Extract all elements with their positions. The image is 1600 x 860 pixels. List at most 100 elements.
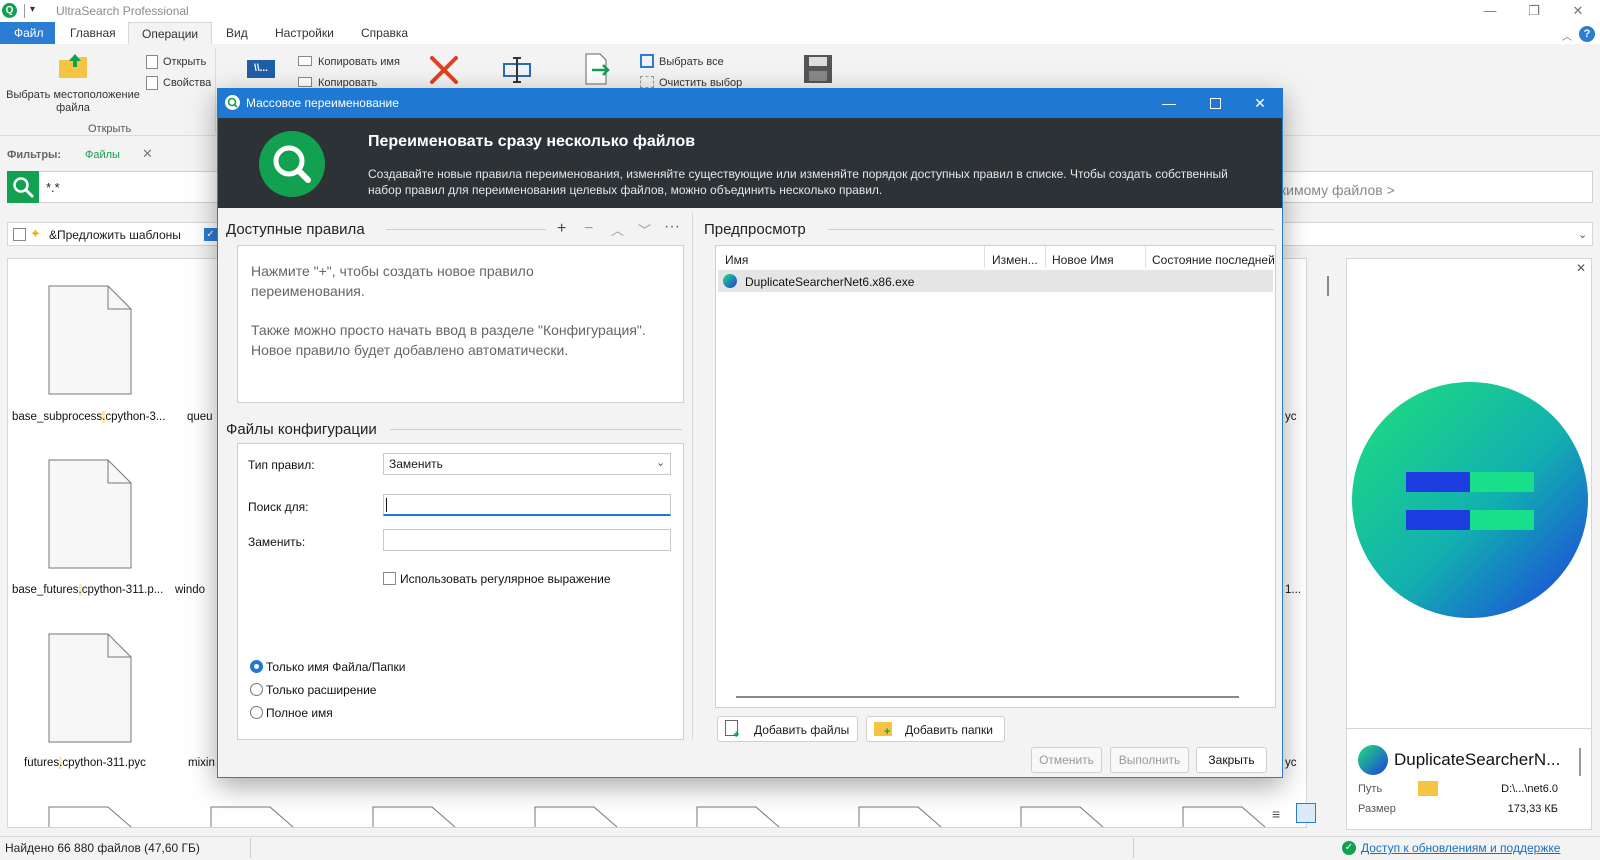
window-title: UltraSearch Professional xyxy=(56,4,189,18)
status-bar xyxy=(0,836,1600,860)
chevron-down-icon[interactable]: ⌄ xyxy=(1578,228,1587,241)
close-button[interactable]: ✕ xyxy=(1556,0,1600,22)
search-input[interactable]: *.* xyxy=(46,180,60,195)
maximize-button[interactable]: ❐ xyxy=(1512,0,1556,22)
copy-name-button[interactable]: Копировать имя xyxy=(318,56,400,68)
file-label[interactable]: futures.cpython-311.pyc xyxy=(24,757,146,769)
size-value: 173,33 КБ xyxy=(1507,803,1558,815)
choose-location-button[interactable]: Выбрать местоположение файла xyxy=(6,89,140,115)
select-all-button[interactable]: Выбрать все xyxy=(659,56,724,68)
quick-access-dropdown-icon[interactable]: ▾ xyxy=(30,4,35,15)
title-bar xyxy=(0,0,1600,22)
open-button[interactable]: Открыть xyxy=(163,56,206,68)
properties-button[interactable]: Свойства xyxy=(163,77,211,89)
text-cursor xyxy=(386,498,387,512)
execute-button[interactable]: Выполнить xyxy=(1110,747,1189,773)
scrollbar[interactable] xyxy=(1327,276,1329,296)
dialog-maximize-button[interactable] xyxy=(1193,88,1237,118)
close-preview-icon[interactable]: ✕ xyxy=(1576,261,1586,275)
file-label[interactable]: 1... xyxy=(1285,584,1301,596)
search-icon xyxy=(259,131,325,197)
search-button[interactable] xyxy=(7,171,39,203)
tab-help[interactable]: Справка xyxy=(348,22,421,44)
file-label[interactable]: yc xyxy=(1285,411,1297,423)
file-label[interactable]: base_subprocess.cpython-3... xyxy=(12,411,165,423)
filter-files-chip[interactable]: Файлы xyxy=(85,149,120,161)
open-icon xyxy=(146,55,158,69)
radio-full-name[interactable] xyxy=(250,706,263,719)
move-file-icon[interactable] xyxy=(582,52,612,86)
suggest-templates-checkbox[interactable] xyxy=(13,228,26,241)
list-view-icon[interactable]: ≡ xyxy=(1272,806,1280,822)
remove-filter-icon[interactable]: ✕ xyxy=(142,146,153,162)
file-icons-row xyxy=(48,806,1266,828)
file-label[interactable]: mixin xyxy=(188,757,215,769)
search-for-input[interactable] xyxy=(383,494,671,516)
file-icon[interactable] xyxy=(48,285,132,395)
rule-type-label: Тип правил: xyxy=(248,458,315,472)
dialog-minimize-button[interactable]: — xyxy=(1147,88,1191,118)
shield-check-icon: ✓ xyxy=(1342,841,1356,855)
status-found-count: Найдено 66 880 файлов (47,60 ГБ) xyxy=(5,841,200,855)
collapse-ribbon-icon[interactable]: ︿ xyxy=(1562,28,1572,43)
tab-operations[interactable]: Операции xyxy=(128,22,213,44)
tab-settings[interactable]: Настройки xyxy=(262,22,347,44)
update-support-link[interactable]: Доступ к обновлениям и поддержке xyxy=(1361,841,1560,855)
dialog-close-button[interactable]: ✕ xyxy=(1238,88,1282,118)
save-icon[interactable] xyxy=(803,54,833,84)
file-label[interactable]: base_futures.cpython-311.p... xyxy=(12,584,163,596)
file-icon[interactable] xyxy=(48,459,132,569)
regex-checkbox[interactable] xyxy=(383,572,396,585)
folder-icon[interactable] xyxy=(1418,781,1438,796)
cancel-button[interactable]: Отменить xyxy=(1031,747,1102,773)
minimize-button[interactable]: — xyxy=(1468,0,1512,22)
divider xyxy=(215,48,216,132)
copy-path-icon[interactable]: \\... xyxy=(247,60,275,78)
more-options-icon[interactable]: ··· xyxy=(664,218,680,236)
file-label[interactable]: yc xyxy=(1285,757,1297,769)
divider xyxy=(386,229,546,230)
replace-input[interactable] xyxy=(383,529,671,551)
sparkle-icon: ✦ xyxy=(30,226,41,241)
remove-rule-icon[interactable]: − xyxy=(584,220,593,238)
chevron-down-icon[interactable]: ⌄ xyxy=(656,456,665,469)
column-header-new-name[interactable]: Новое Имя xyxy=(1052,253,1114,267)
exe-file-icon xyxy=(723,274,737,288)
scrollbar[interactable] xyxy=(1579,748,1581,776)
preview-table xyxy=(715,245,1276,708)
move-down-icon[interactable]: ﹀ xyxy=(638,220,651,239)
file-label[interactable]: queu xyxy=(187,411,213,423)
tab-file[interactable]: Файл xyxy=(0,22,55,44)
divider xyxy=(24,4,25,18)
column-header-name[interactable]: Имя xyxy=(725,253,748,267)
close-dialog-button[interactable]: Закрыть xyxy=(1196,747,1267,773)
size-label: Размер xyxy=(1358,803,1396,815)
banner-title: Переименовать сразу несколько файлов xyxy=(368,133,696,150)
divider xyxy=(692,212,693,740)
divider xyxy=(250,838,251,858)
divider xyxy=(1133,838,1134,858)
radio-name-only[interactable] xyxy=(250,660,263,673)
file-label[interactable]: windo xyxy=(175,584,205,596)
tab-home[interactable]: Главная xyxy=(57,22,129,44)
add-rule-icon[interactable]: + xyxy=(557,220,566,238)
delete-icon[interactable] xyxy=(428,54,460,86)
column-header-status[interactable]: Состояние последней xyxy=(1152,253,1275,267)
tile-view-icon[interactable] xyxy=(1296,803,1316,823)
suggest-templates-label: &Предложить шаблоны xyxy=(49,228,181,242)
path-label: Путь xyxy=(1358,783,1383,795)
rename-icon[interactable] xyxy=(502,56,532,84)
preview-section-title: Предпросмотр xyxy=(704,221,806,238)
column-header-modified[interactable]: Измен... xyxy=(992,253,1038,267)
file-icon[interactable] xyxy=(48,633,132,743)
rule-type-select[interactable]: Заменить xyxy=(383,453,671,475)
option-checkbox[interactable]: ✓ xyxy=(204,228,217,241)
move-up-icon[interactable]: ︿ xyxy=(611,220,624,239)
filters-label: Фильтры: xyxy=(7,149,62,161)
radio-extension-only[interactable] xyxy=(250,683,263,696)
help-icon[interactable]: ? xyxy=(1579,26,1595,42)
tab-view[interactable]: Вид xyxy=(213,22,261,44)
folder-upload-icon[interactable] xyxy=(57,52,89,80)
horizontal-scrollbar[interactable] xyxy=(736,696,1239,698)
rules-hint-add: Нажмите "+", чтобы создать новое правило… xyxy=(251,263,534,299)
